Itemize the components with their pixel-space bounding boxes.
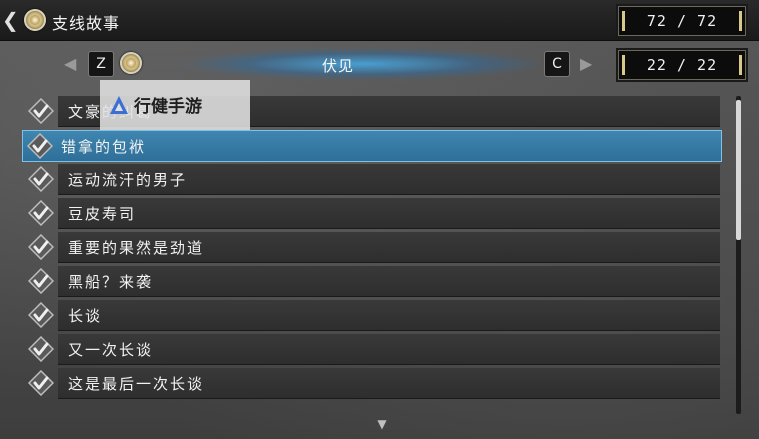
emblem-icon xyxy=(24,9,46,31)
scroll-down-icon[interactable]: ▼ xyxy=(372,418,392,430)
quest-title: 豆皮寿司 xyxy=(68,205,137,223)
checkmark-icon xyxy=(28,234,54,260)
prev-category-arrow-icon[interactable]: ◀ xyxy=(64,54,76,74)
quest-row[interactable]: 错拿的包袱 xyxy=(22,130,722,162)
quest-title: 重要的果然是劲道 xyxy=(68,239,205,257)
quest-row[interactable]: 长谈 xyxy=(28,300,720,331)
checkmark-icon xyxy=(28,166,54,192)
prev-category-key[interactable]: Z xyxy=(88,51,114,77)
quest-row[interactable]: 这是最后一次长谈 xyxy=(28,368,720,399)
quest-row[interactable]: 重要的果然是劲道 xyxy=(28,232,720,263)
next-category-arrow-icon[interactable]: ▶ xyxy=(580,54,592,74)
quest-row[interactable]: 豆皮寿司 xyxy=(28,198,720,229)
quest-title: 运动流汗的男子 xyxy=(68,171,188,189)
page-title: 支线故事 xyxy=(52,14,121,33)
quest-row[interactable]: 运动流汗的男子 xyxy=(28,164,720,195)
checkmark-icon xyxy=(27,133,53,159)
watermark: 行健手游 xyxy=(100,80,250,130)
checkmark-icon xyxy=(28,336,54,362)
category-label: 伏见 xyxy=(321,57,354,75)
total-count: 72 / 72 xyxy=(618,6,746,36)
quest-title: 长谈 xyxy=(68,307,103,325)
top-bar: ❮ 支线故事 72 / 72 xyxy=(0,0,759,41)
quest-title: 黑船？来袭 xyxy=(68,273,154,291)
quest-title: 又一次长谈 xyxy=(68,341,154,359)
category-count: 22 / 22 xyxy=(618,50,746,80)
watermark-text: 行健手游 xyxy=(134,97,202,117)
quest-list: 文豪的纠葛错拿的包袱运动流汗的男子豆皮寿司重要的果然是劲道黑船？来袭长谈又一次长… xyxy=(22,96,722,426)
watermark-logo-icon xyxy=(110,96,128,114)
category-emblem-icon xyxy=(120,52,142,74)
checkmark-icon xyxy=(28,98,54,124)
next-category-key[interactable]: C xyxy=(544,51,570,77)
checkmark-icon xyxy=(28,370,54,396)
quest-title: 错拿的包袱 xyxy=(61,138,147,156)
checkmark-icon xyxy=(28,268,54,294)
category-bar: ◀ Z 伏见 C ▶ xyxy=(62,48,602,80)
checkmark-icon xyxy=(28,302,54,328)
checkmark-icon xyxy=(28,200,54,226)
scrollbar-thumb[interactable] xyxy=(736,100,741,240)
quest-row[interactable]: 黑船？来袭 xyxy=(28,266,720,297)
back-chevron-icon[interactable]: ❮ xyxy=(2,9,19,31)
quest-row[interactable]: 又一次长谈 xyxy=(28,334,720,365)
quest-title: 这是最后一次长谈 xyxy=(68,375,205,393)
